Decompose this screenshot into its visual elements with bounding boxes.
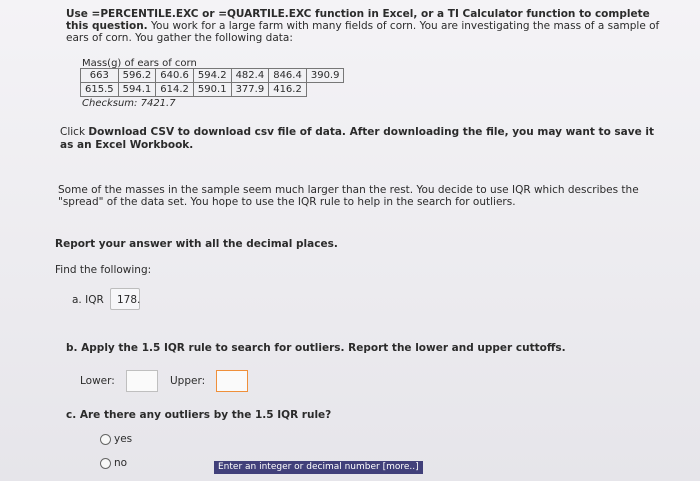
table-cell: 416.2 (268, 82, 307, 97)
radio-option-yes[interactable]: yes (100, 433, 132, 445)
lower-cutoff-input[interactable] (126, 370, 158, 392)
table-cell: 663 (80, 68, 119, 83)
table-row: 663 596.2 640.6 594.2 482.4 846.4 390.9 (80, 68, 345, 83)
table-cell: 482.4 (230, 68, 270, 83)
outlier-description: Some of the masses in the sample seem mu… (58, 184, 639, 208)
table-cell: 615.5 (80, 82, 119, 97)
table-cell: 590.1 (192, 82, 232, 97)
table-cell: 390.9 (305, 68, 345, 83)
iqr-input[interactable]: 178. (110, 288, 140, 310)
question-b-label: b. Apply the 1.5 IQR rule to search for … (66, 342, 566, 354)
radio-circle-icon[interactable] (100, 457, 111, 469)
intro-paragraph: Use =PERCENTILE.EXC or =QUARTILE.EXC fun… (66, 8, 666, 44)
question-a-label: a. IQR (72, 294, 104, 306)
table-cell: 846.4 (268, 68, 307, 83)
lower-label: Lower: (80, 375, 115, 387)
download-instruction: Click Download CSV to download csv file … (60, 126, 660, 152)
find-heading: Find the following: (55, 264, 152, 276)
mass-data-table: 663 596.2 640.6 594.2 482.4 846.4 390.9 … (80, 68, 345, 97)
table-cell: 596.2 (117, 68, 157, 83)
upper-cutoff-input[interactable] (216, 370, 248, 392)
question-c-label: c. Are there any outliers by the 1.5 IQR… (66, 409, 332, 421)
checksum: Checksum: 7421.7 (82, 98, 176, 109)
radio-label-no: no (114, 457, 128, 469)
radio-label-yes: yes (114, 433, 133, 445)
radio-option-no[interactable]: no (100, 457, 127, 469)
download-pre-text: Click (60, 126, 89, 138)
table-cell-empty (305, 82, 344, 97)
table-cell: 377.9 (230, 82, 270, 97)
table-cell: 614.2 (155, 82, 194, 97)
input-hint-tooltip: Enter an integer or decimal number [more… (214, 461, 423, 474)
report-instruction: Report your answer with all the decimal … (55, 238, 338, 250)
table-cell: 640.6 (155, 68, 194, 83)
table-row: 615.5 594.1 614.2 590.1 377.9 416.2 (80, 82, 344, 97)
radio-circle-icon[interactable] (100, 433, 111, 445)
intro-rest-text: You work for a large farm with many fiel… (66, 20, 660, 44)
upper-label: Upper: (170, 375, 206, 387)
table-cell: 594.2 (192, 68, 232, 83)
table-cell: 594.1 (117, 82, 157, 97)
download-csv-link[interactable]: Download CSV (88, 126, 174, 138)
